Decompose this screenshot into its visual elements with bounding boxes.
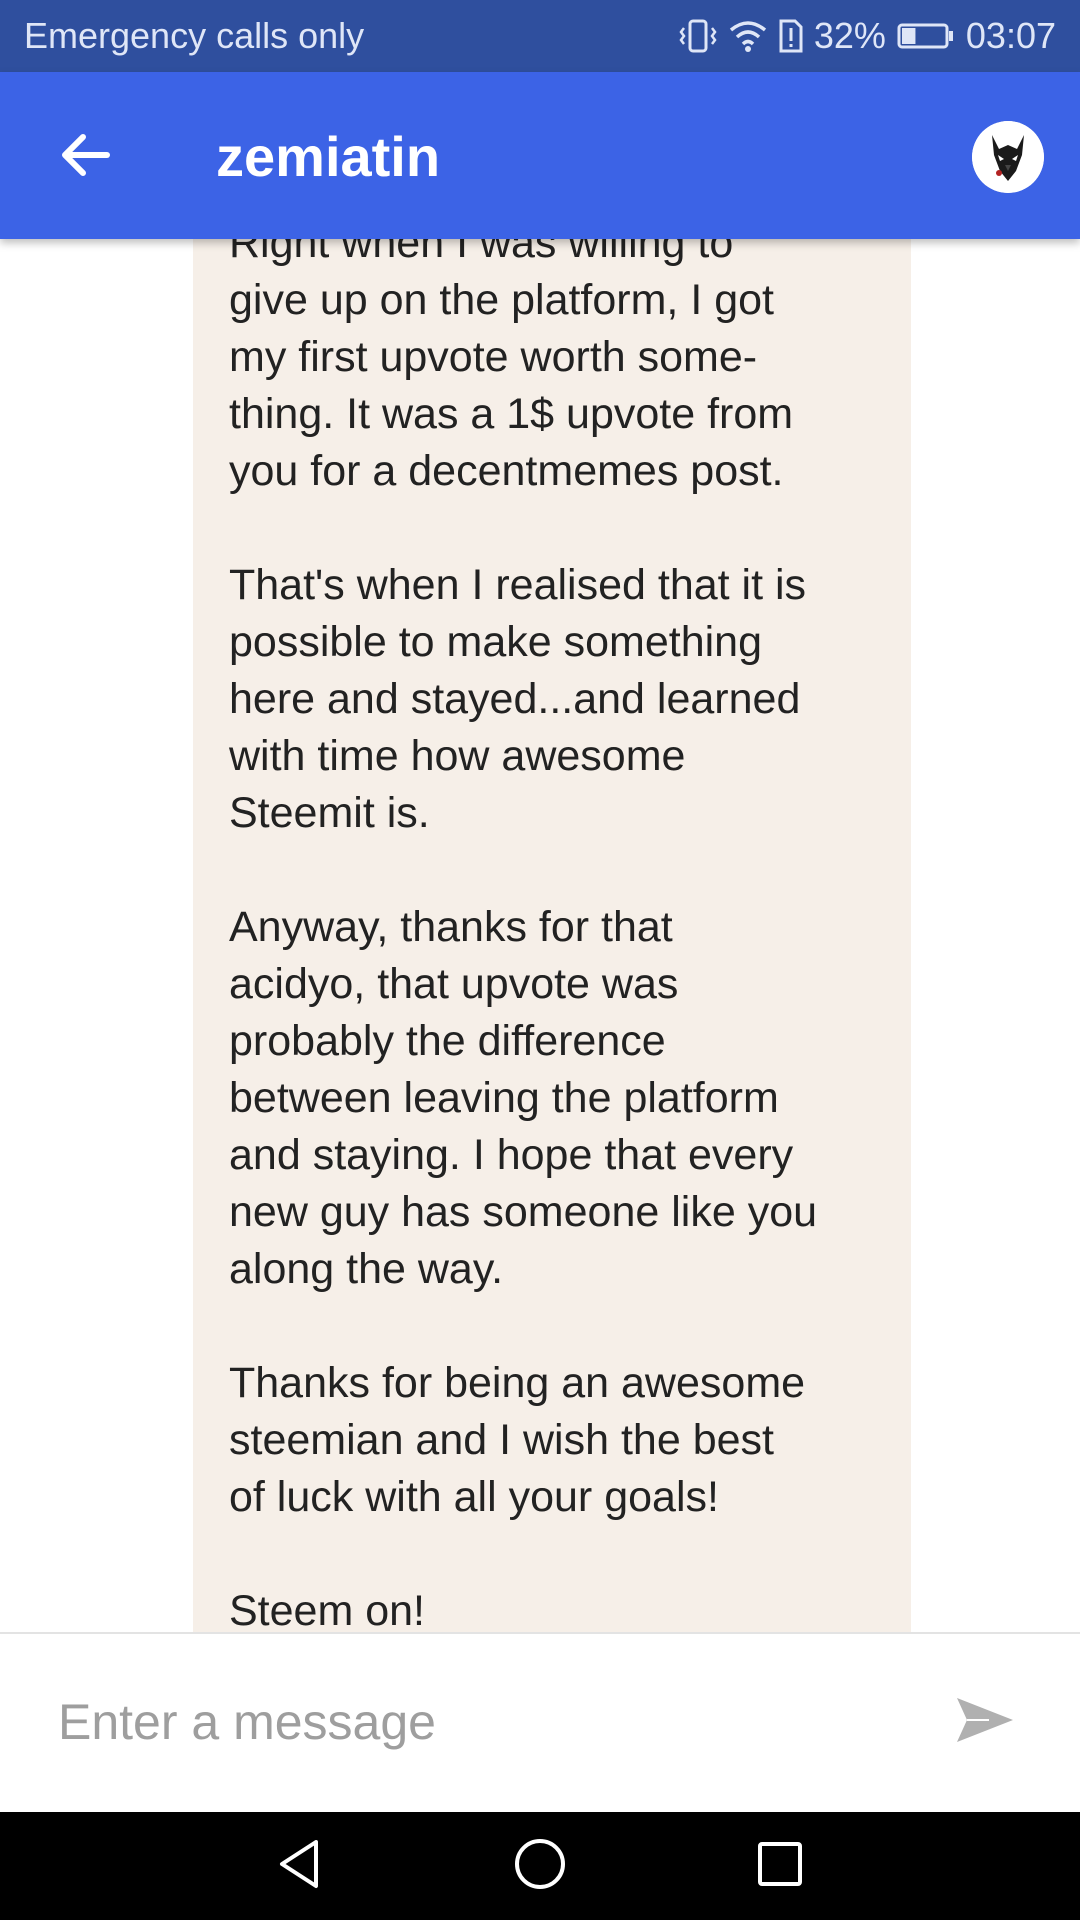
carrier-text: Emergency calls only <box>24 15 365 56</box>
message-input[interactable] <box>58 1674 878 1770</box>
message-composer <box>0 1632 1080 1812</box>
recents-square-icon <box>752 1836 808 1897</box>
send-icon <box>953 1692 1017 1753</box>
wolf-avatar-icon <box>972 121 1044 193</box>
clock-time: 03:07 <box>965 15 1056 56</box>
nav-back-button[interactable] <box>268 1834 332 1898</box>
page-title: zemiatin <box>216 125 441 188</box>
avatar[interactable] <box>972 121 1044 193</box>
chat-screen: Emergency calls only 32% 03:07 zemiatin … <box>0 0 1080 1920</box>
message-list[interactable]: Right when I was willing to give up on t… <box>0 239 1080 1632</box>
app-bar: zemiatin <box>0 72 1080 239</box>
message-text: Right when I was willing to give up on t… <box>229 239 818 1632</box>
navigation-bar <box>0 1812 1080 1920</box>
message-bubble: Right when I was willing to give up on t… <box>193 239 911 1632</box>
send-button[interactable] <box>940 1674 1030 1770</box>
back-button[interactable] <box>50 122 120 192</box>
battery-percent: 32% <box>813 15 886 56</box>
alert-icon <box>778 18 804 54</box>
nav-recents-button[interactable] <box>748 1834 812 1898</box>
status-icons: 32% 03:07 <box>678 15 1056 57</box>
vibrate-icon <box>678 18 718 54</box>
battery-icon <box>896 18 956 54</box>
back-triangle-icon <box>272 1836 328 1897</box>
home-circle-icon <box>512 1836 568 1897</box>
status-bar: Emergency calls only 32% 03:07 <box>0 0 1080 72</box>
arrow-left-icon <box>59 129 111 186</box>
wifi-icon <box>728 18 768 54</box>
nav-home-button[interactable] <box>508 1834 572 1898</box>
